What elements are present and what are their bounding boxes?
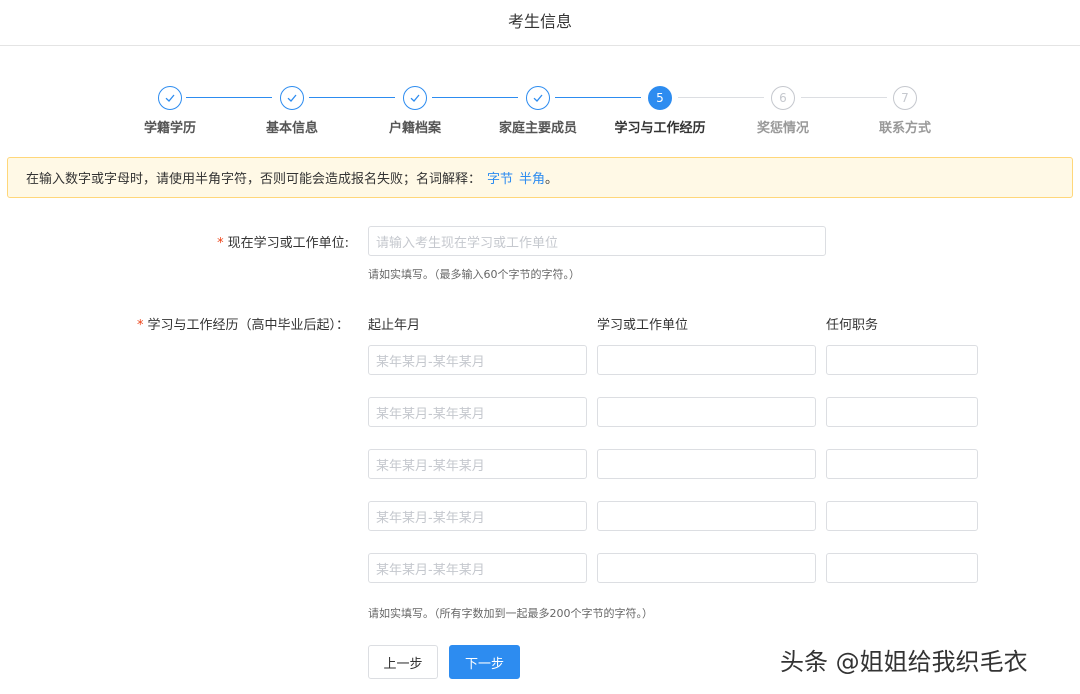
check-icon	[280, 86, 304, 110]
step-household: 户籍档案	[355, 86, 475, 136]
column-header-period: 起止年月	[368, 318, 421, 333]
unit-input[interactable]	[597, 553, 816, 583]
history-label-text: 学习与工作经历（高中毕业后起）：	[147, 318, 349, 333]
current-unit-hint: 请如实填写。（最多输入60个字节的字符。）	[368, 268, 580, 281]
unit-input[interactable]	[597, 397, 816, 427]
required-mark: *	[136, 318, 144, 333]
history-hint: 请如实填写。（所有字数加到一起最多200个字节的字符。）	[368, 607, 653, 620]
step-label: 家庭主要成员	[498, 121, 577, 136]
page-header: 考生信息	[0, 0, 1080, 46]
position-input[interactable]	[826, 397, 978, 427]
current-unit-label-text: 现在学习或工作单位:	[227, 236, 349, 251]
step-basic-info: 基本信息	[232, 86, 352, 136]
step-number: 7	[893, 86, 917, 110]
step-education: 学籍学历	[110, 86, 230, 136]
step-label: 户籍档案	[388, 121, 441, 136]
period-input[interactable]: 某年某月-某年某月	[368, 345, 587, 375]
check-icon	[158, 86, 182, 110]
period-input[interactable]: 某年某月-某年某月	[368, 449, 587, 479]
check-icon	[403, 86, 427, 110]
step-label: 学籍学历	[143, 121, 196, 136]
position-input[interactable]	[826, 553, 978, 583]
step-contact: 7 联系方式	[845, 86, 965, 136]
step-rewards: 6 奖惩情况	[723, 86, 843, 136]
notice-end: 。	[545, 172, 559, 187]
step-label: 奖惩情况	[756, 121, 809, 136]
unit-input[interactable]	[597, 501, 816, 531]
position-input[interactable]	[826, 501, 978, 531]
step-label: 联系方式	[878, 121, 931, 136]
page-title: 考生信息	[507, 12, 572, 31]
step-family: 家庭主要成员	[478, 86, 598, 136]
period-input[interactable]: 某年某月-某年某月	[368, 397, 587, 427]
step-study-work: 5 学习与工作经历	[600, 86, 720, 136]
unit-input[interactable]	[597, 345, 816, 375]
check-icon	[526, 86, 550, 110]
watermark: 头条 @姐姐给我织毛衣	[780, 648, 1028, 676]
column-header-position: 任何职务	[826, 318, 879, 333]
halfwidth-link[interactable]: 半角	[519, 168, 545, 187]
step-number: 5	[648, 86, 672, 110]
position-input[interactable]	[826, 449, 978, 479]
history-label: * 学习与工作经历（高中毕业后起）：	[137, 314, 349, 333]
required-mark: *	[217, 236, 224, 251]
column-header-unit: 学习或工作单位	[597, 318, 689, 333]
halfwidth-notice: 在输入数字或字母时，请使用半角字符，否则可能会造成报名失败；名词解释： 字节 半…	[7, 157, 1073, 198]
position-input[interactable]	[826, 345, 978, 375]
period-input[interactable]: 某年某月-某年某月	[368, 553, 587, 583]
step-progress: 学籍学历 基本信息 户籍档案 家庭主要成员 5 学习与工作经历 6 奖惩情况 7…	[0, 86, 1080, 136]
unit-input[interactable]	[597, 449, 816, 479]
notice-text: 在输入数字或字母时，请使用半角字符，否则可能会造成报名失败；名词解释：	[26, 172, 482, 187]
period-input[interactable]: 某年某月-某年某月	[368, 501, 587, 531]
step-label: 基本信息	[265, 121, 318, 136]
prev-step-button[interactable]: 上一步	[368, 645, 438, 679]
current-unit-input[interactable]: 请输入考生现在学习或工作单位	[368, 226, 826, 256]
step-number: 6	[771, 86, 795, 110]
step-label: 学习与工作经历	[614, 121, 706, 136]
bytes-link[interactable]: 字节	[487, 168, 513, 187]
next-step-button[interactable]: 下一步	[449, 645, 520, 679]
current-unit-label: * 现在学习或工作单位:	[217, 232, 349, 251]
